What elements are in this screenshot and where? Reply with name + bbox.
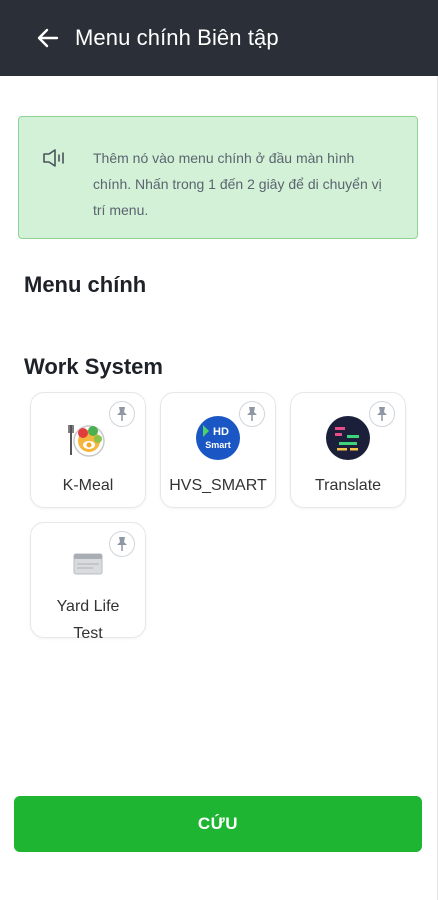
pin-icon <box>377 407 387 421</box>
speaker-icon <box>43 149 64 167</box>
translate-icon <box>325 415 371 461</box>
top-header: Menu chính Biên tập <box>0 0 438 76</box>
work-system-title: Work System <box>24 354 163 379</box>
page-title: Menu chính Biên tập <box>75 25 279 50</box>
save-button[interactable]: CỨU <box>14 796 422 852</box>
app-card-translate[interactable]: Translate <box>290 392 406 508</box>
back-button[interactable] <box>34 24 62 52</box>
svg-text:HD: HD <box>213 426 229 438</box>
svg-text:Smart: Smart <box>205 440 231 450</box>
app-label: Translate <box>314 477 382 494</box>
pin-button[interactable] <box>239 401 265 427</box>
pin-icon <box>247 407 257 421</box>
pin-button[interactable] <box>109 401 135 427</box>
arrow-left-icon <box>37 28 59 48</box>
app-card-yard-life-test[interactable]: Yard Life Test <box>30 522 146 642</box>
app-label: K-Meal <box>62 477 114 494</box>
pin-icon <box>117 537 127 551</box>
notice-text: Thêm nó vào menu chính ở đầu màn hình ch… <box>93 150 382 218</box>
info-notice: Thêm nó vào menu chính ở đầu màn hình ch… <box>18 116 418 239</box>
app-label: HVS_SMART <box>169 477 267 494</box>
app-label: Yard Life Test <box>56 598 120 642</box>
pin-icon <box>117 407 127 421</box>
pin-button[interactable] <box>109 531 135 557</box>
hd-smart-icon: HD Smart <box>195 415 241 461</box>
app-card-hvs-smart[interactable]: HD Smart HVS_SMART <box>160 392 276 508</box>
pin-button[interactable] <box>369 401 395 427</box>
app-card-kmeal[interactable]: K-Meal <box>30 392 146 508</box>
menu-editor-page: Menu chính Biên tập Thêm nó vào menu chí… <box>0 0 438 900</box>
kmeal-food-icon <box>65 415 111 461</box>
browser-window-icon <box>65 541 111 587</box>
main-menu-title: Menu chính <box>24 272 147 297</box>
